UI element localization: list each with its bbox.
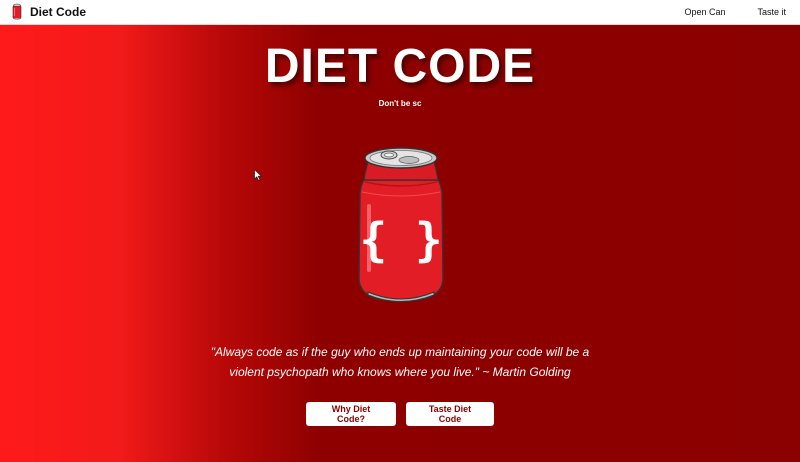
hero-section: DIET CODE Don't be sc { } "Always code a…: [0, 25, 800, 462]
cta-buttons: Why Diet Code? Taste Diet Code: [0, 402, 800, 426]
soda-can-icon: [12, 3, 22, 20]
why-diet-code-button[interactable]: Why Diet Code?: [306, 402, 396, 426]
top-navbar: Diet Code Open Can Taste it: [0, 0, 800, 25]
nav-link-open-can[interactable]: Open Can: [684, 7, 725, 17]
brand-name: Diet Code: [30, 5, 87, 19]
nav-links: Open Can Taste it: [684, 7, 790, 17]
taste-diet-code-button[interactable]: Taste Diet Code: [406, 402, 494, 426]
hero-title: DIET CODE: [264, 40, 536, 93]
soda-can-illustration: { }: [358, 147, 444, 302]
brand[interactable]: Diet Code: [12, 3, 86, 21]
can-braces-label: { }: [359, 213, 442, 267]
mouse-pointer-icon: [254, 169, 262, 181]
quote-text: "Always code as if the guy who ends up m…: [210, 345, 590, 379]
nav-link-taste-it[interactable]: Taste it: [757, 7, 786, 17]
hero-subtitle: Don't be sc: [378, 99, 422, 108]
